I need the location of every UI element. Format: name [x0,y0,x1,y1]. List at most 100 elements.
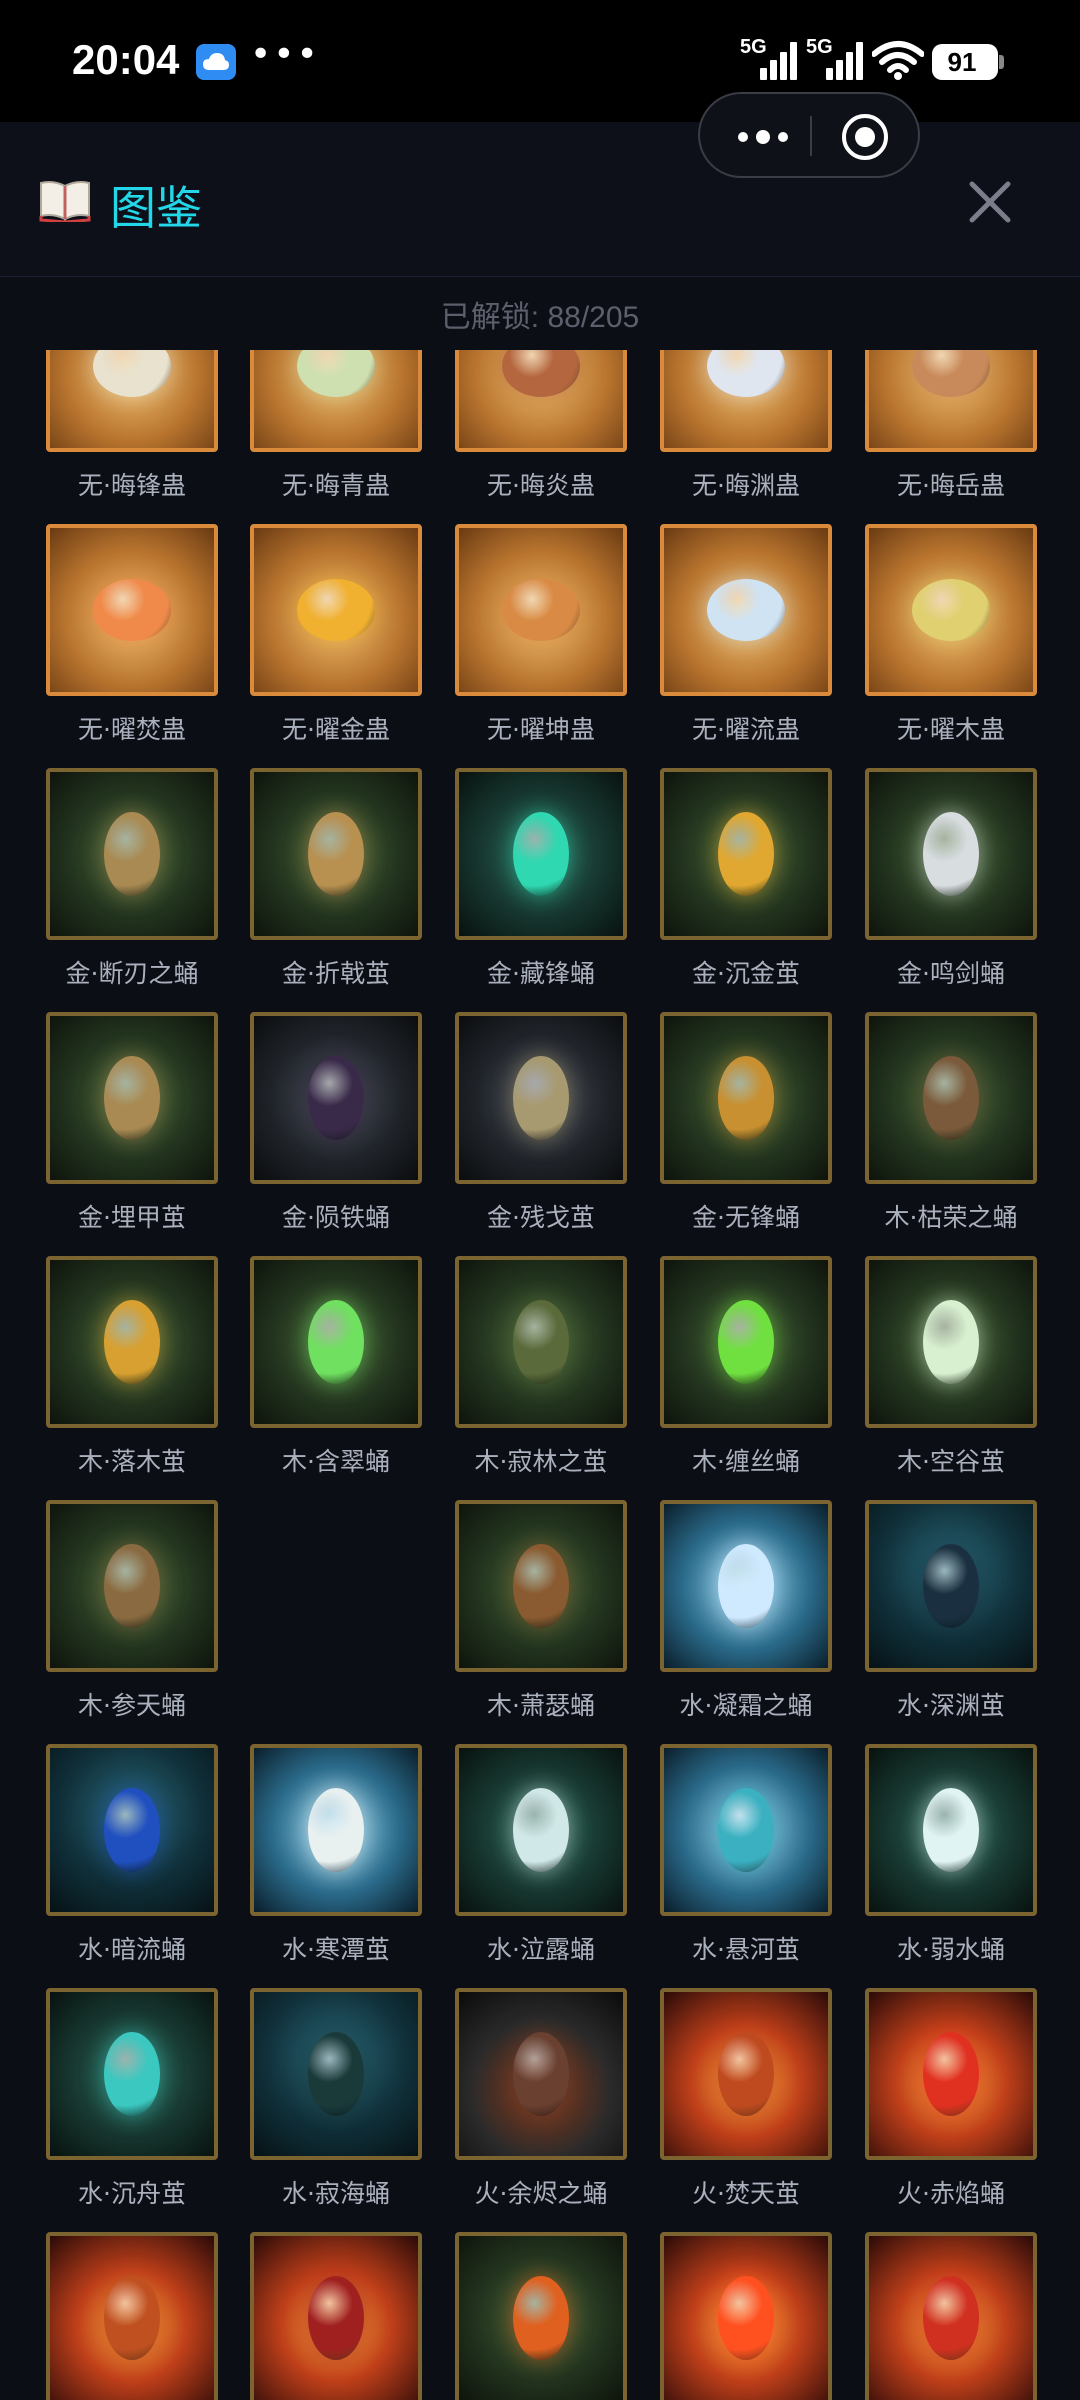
collection-item-image [455,1744,627,1916]
collection-item-name: 无·晦渊蛊 [692,471,800,500]
more-options-button[interactable] [724,94,814,180]
collection-item-name: 火·赤焰蛹 [897,2179,1005,2208]
collection-item-image [46,350,218,452]
battery-icon: 91 [932,44,1004,80]
cocoon-icon [104,1300,160,1384]
battery-level: 91 [947,47,977,77]
collection-item-name: 水·悬河茧 [692,1935,800,1964]
collection-item-name: 金·断刃之蛹 [65,959,199,988]
collection-item-image [250,350,422,452]
cocoon-icon [718,1544,774,1628]
collection-item-image [46,1744,218,1916]
cocoon-icon [513,1544,569,1628]
cocoon-icon [718,2032,774,2116]
collection-item-name: 木·寂林之茧 [474,1447,608,1476]
collection-item-image [660,1256,832,1428]
collection-item-image [46,1012,218,1184]
signal-icon-1: 5G [740,36,810,80]
cocoon-icon [104,2032,160,2116]
cocoon-icon [93,579,171,641]
collection-item-image [455,768,627,940]
collection-item-name: 无·晦青蛊 [282,471,390,500]
cocoon-icon [912,579,990,641]
collection-item-image [46,524,218,696]
cocoon-icon [513,812,569,896]
collection-item-name: 金·残戈茧 [487,1203,595,1232]
cocoon-icon [718,1788,774,1872]
collection-item-name: 火·焚天茧 [692,2179,800,2208]
cocoon-icon [923,1300,979,1384]
collection-item-image [250,1988,422,2160]
capsule-divider [810,116,812,156]
close-icon[interactable] [950,162,1030,242]
collection-item-name: 无·晦炎蛊 [487,471,595,500]
page-title-text: 图鉴 [110,181,202,235]
collection-item-name: 无·曜木蛊 [897,715,1005,744]
cocoon-icon [308,812,364,896]
collection-item-image [46,1988,218,2160]
collection-item-name: 无·曜流蛊 [692,715,800,744]
cocoon-icon [308,2276,364,2360]
collection-item-image [455,1988,627,2160]
collection-item-name: 金·埋甲茧 [78,1203,186,1232]
collection-item-image [455,1256,627,1428]
collection-item-image [455,524,627,696]
cocoon-icon [308,1300,364,1384]
cocoon-icon [513,1300,569,1384]
collection-item-image [250,524,422,696]
cocoon-icon [923,812,979,896]
cocoon-icon [718,812,774,896]
collection-item-name: 金·沉金茧 [692,959,800,988]
collection-item-image [250,1256,422,1428]
status-time: 20:04 [72,36,180,83]
collection-item-image [660,1012,832,1184]
cocoon-icon [513,1788,569,1872]
collection-item-name: 木·空谷茧 [897,1447,1005,1476]
collection-item-image [46,768,218,940]
collection-item-image [660,350,832,452]
collection-item-name: 无·曜坤蛊 [487,715,595,744]
collection-item-image [865,2232,1037,2400]
collection-item-name: 水·弱水蛹 [897,1935,1005,1964]
collection-item-name: 水·暗流蛹 [78,1935,186,1964]
collection-item-image [455,2232,627,2400]
collection-grid: 无·晦锋蛊 无·晦青蛊 无·晦炎蛊 无·晦渊蛊 无·晦岳蛊 无·曜焚蛊 无·曜金蛊 无·曜坤蛊… [0,350,1080,2400]
cocoon-icon [104,1056,160,1140]
cocoon-icon [923,1788,979,1872]
cocoon-icon [308,1788,364,1872]
cocoon-icon [297,579,375,641]
collection-item-image [46,2232,218,2400]
cocoon-icon [513,2276,569,2360]
collection-item-name: 木·含翠蛹 [282,1447,390,1476]
collection-item-image [865,768,1037,940]
collection-item-name: 金·鸣剑蛹 [897,959,1005,988]
collection-item-image [250,2232,422,2400]
collection-item-image [660,1744,832,1916]
cocoon-icon [104,1544,160,1628]
cocoon-icon [502,579,580,641]
collection-item-name: 水·泣露蛹 [487,1935,595,1964]
collection-item-name: 金·藏锋蛹 [487,959,595,988]
cocoon-icon [104,812,160,896]
cocoon-icon [104,1788,160,1872]
collection-item-image [660,768,832,940]
unlock-progress-text: 已解锁: 88/205 [440,301,640,334]
collection-item-image [455,350,627,452]
book-icon [39,181,91,222]
collection-item-image [865,1256,1037,1428]
cocoon-icon [718,1056,774,1140]
more-notifications-icon: ••• [250,34,320,75]
collection-item-image [660,2232,832,2400]
status-bar: 20:04 ••• 5G 5G 91 [0,0,1080,122]
cloud-icon [196,44,236,80]
collection-item-image [865,1988,1037,2160]
collection-item-name: 水·深渊茧 [897,1691,1005,1720]
cocoon-icon [923,1056,979,1140]
collection-item-image [660,524,832,696]
collection-item-name: 无·曜金蛊 [282,715,390,744]
collection-item-image [865,1500,1037,1672]
collection-item-name: 木·落木茧 [78,1447,186,1476]
collection-item-name: 木·缠丝蛹 [692,1447,800,1476]
close-miniprogram-button[interactable] [842,114,888,160]
mini-program-capsule [698,92,920,178]
